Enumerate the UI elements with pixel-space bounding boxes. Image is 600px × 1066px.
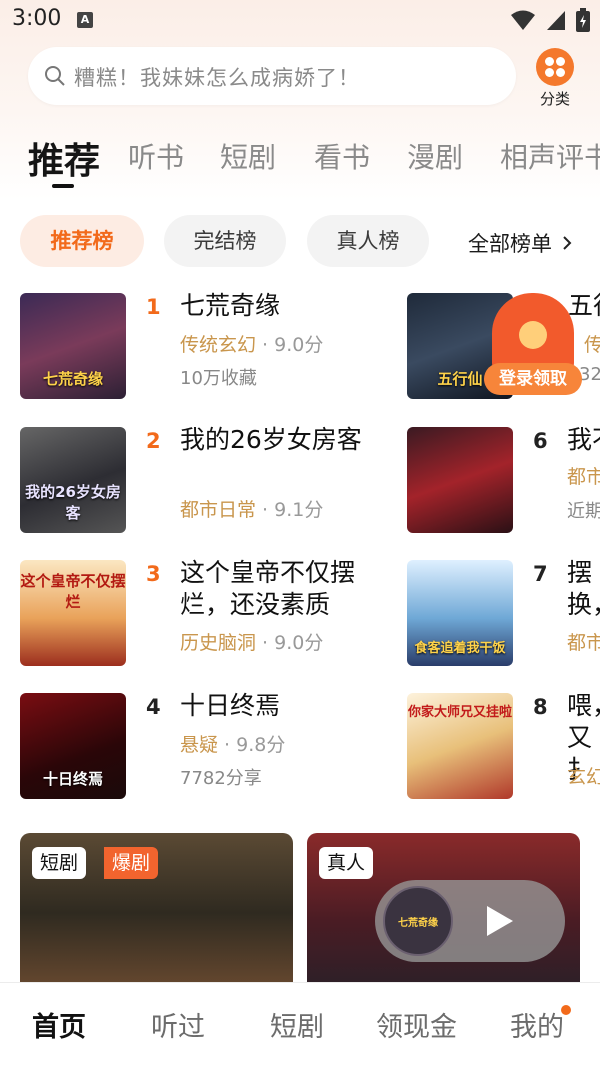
play-icon[interactable] [487,906,513,936]
category-button[interactable]: 分类 [533,48,577,109]
search-placeholder: 糟糕！我妹妹怎么成病娇了！ [74,66,360,90]
book-cover[interactable]: 你家大师兄又挂啦 [407,693,513,799]
system-icons [510,8,590,32]
tab-comic-drama[interactable]: 漫剧 [407,136,463,176]
book-cover[interactable] [407,427,513,533]
wifi-icon [511,10,535,30]
tab-short-drama[interactable]: 短剧 [220,136,276,176]
login-claim-button[interactable]: 登录领取 [484,363,582,395]
tab-read[interactable]: 看书 [314,136,370,176]
red-envelope-icon [492,293,574,373]
book-stat: 7782分享 [180,768,262,789]
category-label: 分类 [539,90,570,108]
mini-player[interactable]: 七荒奇缘 [375,880,565,962]
card-tag: 短剧 [32,847,87,879]
book-stat: 32 [579,364,600,385]
login-reward-promo[interactable]: 登录领取 [484,293,582,397]
card-tag: 真人 [319,847,374,879]
bottom-navigation: 首页 听过 短剧 领现金 我的 [0,983,600,1066]
nav-history[interactable]: 听过 [151,1005,205,1044]
book-score: · 9.0分 [256,632,324,654]
nav-home[interactable]: 首页 [32,1005,86,1044]
rank-number: 8 [533,695,548,719]
signal-icon [547,11,565,30]
rank-number: 3 [146,562,161,586]
book-stat: 近期 [567,501,600,522]
book-genre: 都市日常 · 9.1分 [180,499,324,521]
book-genre: 悬疑 · 9.8分 [180,734,286,756]
book-genre: 玄幻 [567,766,600,788]
rank-number: 1 [146,295,161,319]
active-tab-indicator [52,184,74,188]
book-title: 我不 [567,425,600,454]
chevron-right-icon [562,236,572,250]
status-bar: 3:00 A [0,0,600,40]
book-cover[interactable]: 这个皇帝不仅摆烂 [20,560,126,666]
clock: 3:00 [12,6,62,31]
book-genre: 传统 [584,334,600,356]
notification-dot [561,1005,571,1015]
nav-earn-cash[interactable]: 领现金 [376,1005,457,1044]
book-title: 七荒奇缘 [180,291,281,320]
all-lists-label: 全部榜单 [468,232,552,256]
nav-me[interactable]: 我的 [510,1005,564,1044]
book-score: · 9.0分 [256,334,324,356]
content-tabs: 推荐 听书 短剧 看书 漫剧 相声评书 [0,130,600,190]
chip-recommend-list[interactable]: 推荐榜 [20,215,144,267]
rank-number: 7 [533,562,548,586]
book-title: 我的26岁女房客 [180,425,362,454]
now-playing-cover[interactable]: 七荒奇缘 [383,886,453,956]
search-icon [45,66,65,86]
rank-number: 6 [533,429,548,453]
tab-recommend[interactable]: 推荐 [28,132,100,184]
book-genre: 都市 [567,466,600,488]
tab-audiobook[interactable]: 听书 [128,136,184,176]
book-score: · 9.8分 [218,734,286,756]
chip-completed-list[interactable]: 完结榜 [164,215,286,267]
book-title: 这个皇帝不仅摆烂，还没素质 [180,558,356,619]
book-score: · 9.1分 [256,499,324,521]
app-notification-icon: A [77,12,93,28]
all-lists-link[interactable]: 全部榜单 [468,228,573,258]
book-title: 摆换， [567,558,600,619]
card-hot-tag: 爆剧 [104,847,159,879]
book-genre: 历史脑洞 · 9.0分 [180,632,324,654]
book-cover[interactable]: 十日终焉 [20,693,126,799]
book-cover[interactable]: 我的26岁女房客 [20,427,126,533]
book-cover[interactable]: 七荒奇缘 [20,293,126,399]
tab-crosstalk[interactable]: 相声评书 [500,136,600,176]
chip-real-person-list[interactable]: 真人榜 [307,215,429,267]
rank-number: 4 [146,695,161,719]
nav-short-drama[interactable]: 短剧 [270,1005,324,1044]
book-genre: 传统玄幻 · 9.0分 [180,334,324,356]
battery-icon [576,8,590,32]
rank-number: 2 [146,429,161,453]
category-icon [536,48,574,86]
search-bar[interactable]: 糟糕！我妹妹怎么成病娇了！ [28,47,516,105]
book-stat: 10万收藏 [180,368,257,389]
book-cover[interactable]: 食客追着我干饭 [407,560,513,666]
book-genre: 都市 [567,632,600,654]
book-title: 十日终焉 [180,691,281,720]
short-drama-card[interactable]: 短剧 爆剧 [20,833,293,993]
